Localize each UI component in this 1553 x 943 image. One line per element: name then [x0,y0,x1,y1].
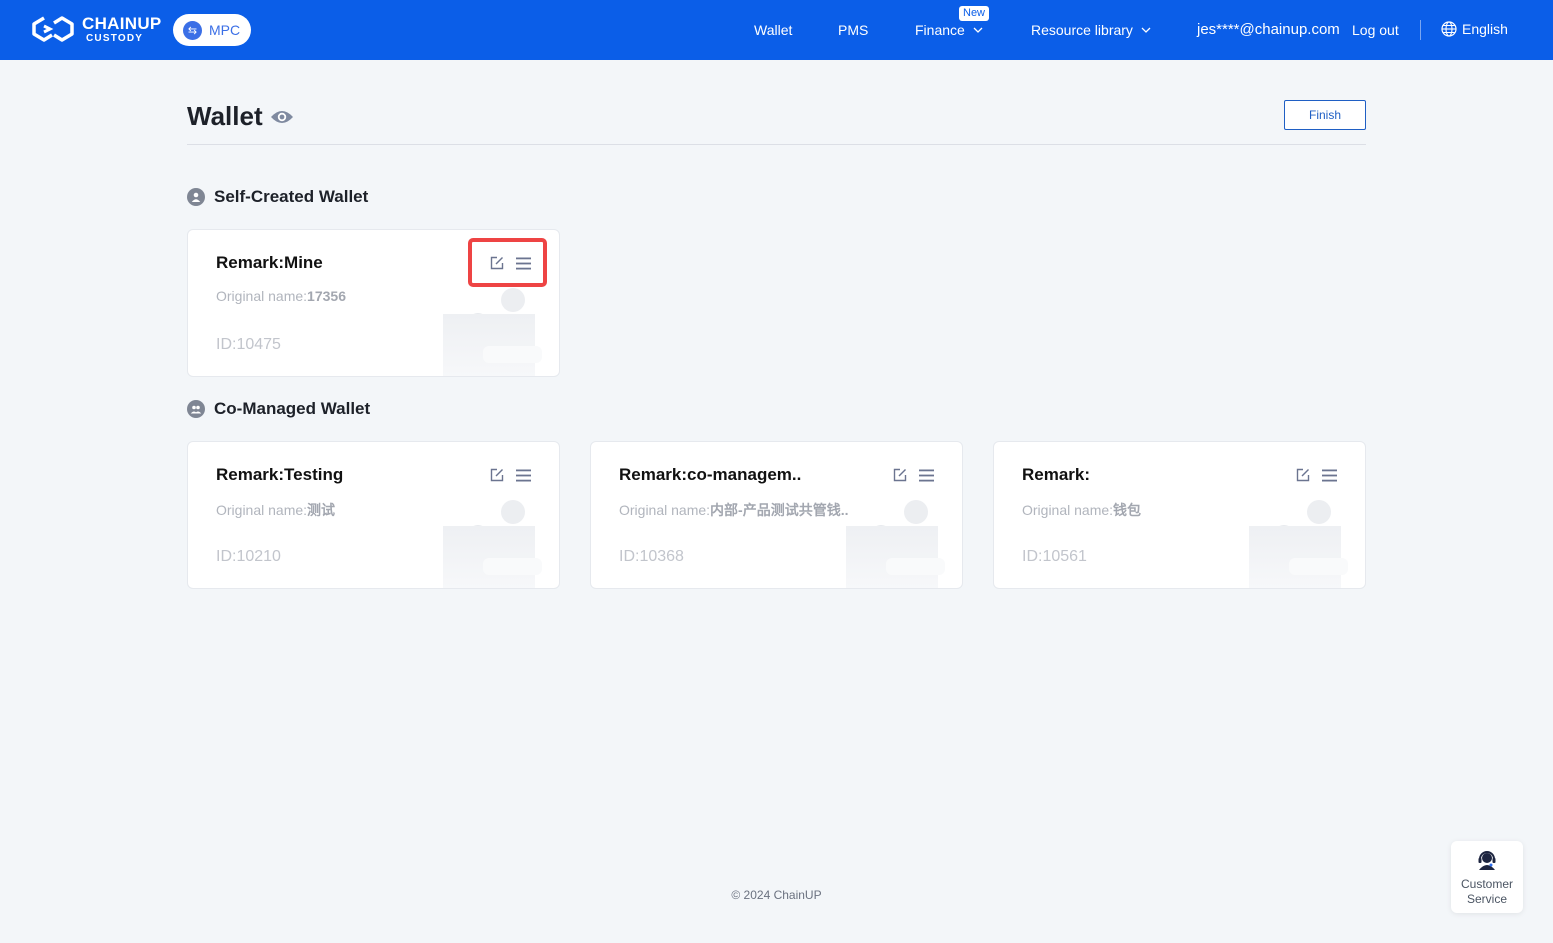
wallet-actions [892,467,934,483]
nav-wallet[interactable]: Wallet [754,22,792,38]
wallet-id: ID:10475 [216,336,281,353]
original-name-label: Original name: [216,288,308,304]
self-created-wallet-heading: Self-Created Wallet [187,187,368,207]
wallet-card[interactable]: Remark:Testing Original name:测试 ID:10210 [187,441,560,589]
edit-icon[interactable] [1295,467,1311,483]
title-divider [187,144,1366,145]
language-selector[interactable]: English [1441,21,1508,37]
original-name-value: 17356 [307,288,346,304]
original-name-value: 内部-产品测试共管钱.. [710,502,849,518]
wallet-remark: Remark: [1022,465,1091,484]
nav-finance-label: Finance [915,22,965,38]
user-email[interactable]: jes****@chainup.com [1197,21,1340,38]
nav-resource-library[interactable]: Resource library [1031,22,1151,38]
section-title: Self-Created Wallet [214,187,369,206]
globe-icon [1441,21,1457,37]
menu-icon[interactable] [515,255,531,271]
customer-service-button[interactable]: Customer Service [1451,841,1523,913]
wallet-actions [489,255,531,271]
wallet-id: ID:10368 [619,548,684,565]
wallet-original-name: Original name:17356 [216,288,346,304]
original-name-label: Original name: [1022,502,1114,518]
wallet-remark: Remark:Mine [216,253,323,272]
swap-icon: ⇆ [183,20,202,40]
edit-icon[interactable] [489,467,505,483]
wallet-original-name: Original name:钱包 [1022,500,1141,520]
wallet-illustration [443,288,542,376]
menu-icon[interactable] [1321,467,1337,483]
original-name-label: Original name: [216,502,308,518]
new-badge: New [959,6,990,21]
wallet-card[interactable]: Remark: Original name:钱包 ID:10561 [993,441,1366,589]
top-navigation-bar: CHAINUP CUSTODY ⇆ MPC Wallet PMS Finance… [0,0,1553,60]
edit-icon[interactable] [892,467,908,483]
wallet-illustration [846,500,945,588]
wallet-actions [1295,467,1337,483]
logout-link[interactable]: Log out [1352,22,1399,38]
customer-service-line2: Service [1466,892,1507,906]
user-icon [187,188,205,206]
chevron-down-icon [973,27,983,33]
menu-icon[interactable] [918,467,934,483]
wallet-card[interactable]: Remark:Mine Original name:17356 ID:10475 [187,229,560,377]
logo-title: CHAINUP [82,13,162,33]
nav-finance[interactable]: Finance [915,22,983,38]
section-title: Co-Managed Wallet [214,399,371,418]
edit-icon[interactable] [489,255,505,271]
headset-icon [1478,851,1496,870]
co-managed-wallet-heading: Co-Managed Wallet [187,399,370,419]
chainup-custody-logo[interactable]: CHAINUP CUSTODY [30,14,162,44]
chainup-logo-icon [32,16,74,42]
original-name-value: 测试 [307,502,336,518]
original-name-label: Original name: [619,502,711,518]
page-title: Wallet [187,101,263,131]
nav-divider [1420,20,1421,40]
logo-subtitle: CUSTODY [86,32,144,44]
wallet-original-name: Original name:测试 [216,500,335,520]
menu-icon[interactable] [515,467,531,483]
original-name-value: 钱包 [1113,502,1142,518]
wallet-remark: Remark:co-managem.. [619,465,802,484]
eye-icon[interactable] [270,109,294,125]
mpc-mode-switch[interactable]: ⇆ MPC [173,14,251,46]
wallet-actions [489,467,531,483]
wallet-illustration [443,500,542,588]
wallet-remark: Remark:Testing [216,465,344,484]
wallet-illustration [1249,500,1348,588]
customer-service-line1: Customer [1460,877,1513,891]
chevron-down-icon [1141,27,1151,33]
wallet-card[interactable]: Remark:co-managem.. Original name:内部-产品测… [590,441,963,589]
mpc-label: MPC [209,22,241,38]
wallet-id: ID:10561 [1022,548,1087,565]
footer-copyright: © 2024 ChainUP [731,888,822,902]
group-icon [187,400,205,418]
finish-button[interactable]: Finish [1284,100,1366,130]
language-label: English [1462,21,1508,37]
wallet-id: ID:10210 [216,548,281,565]
nav-resource-library-label: Resource library [1031,22,1133,38]
wallet-original-name: Original name:内部-产品测试共管钱.. [619,500,849,520]
nav-pms[interactable]: PMS [838,22,868,38]
